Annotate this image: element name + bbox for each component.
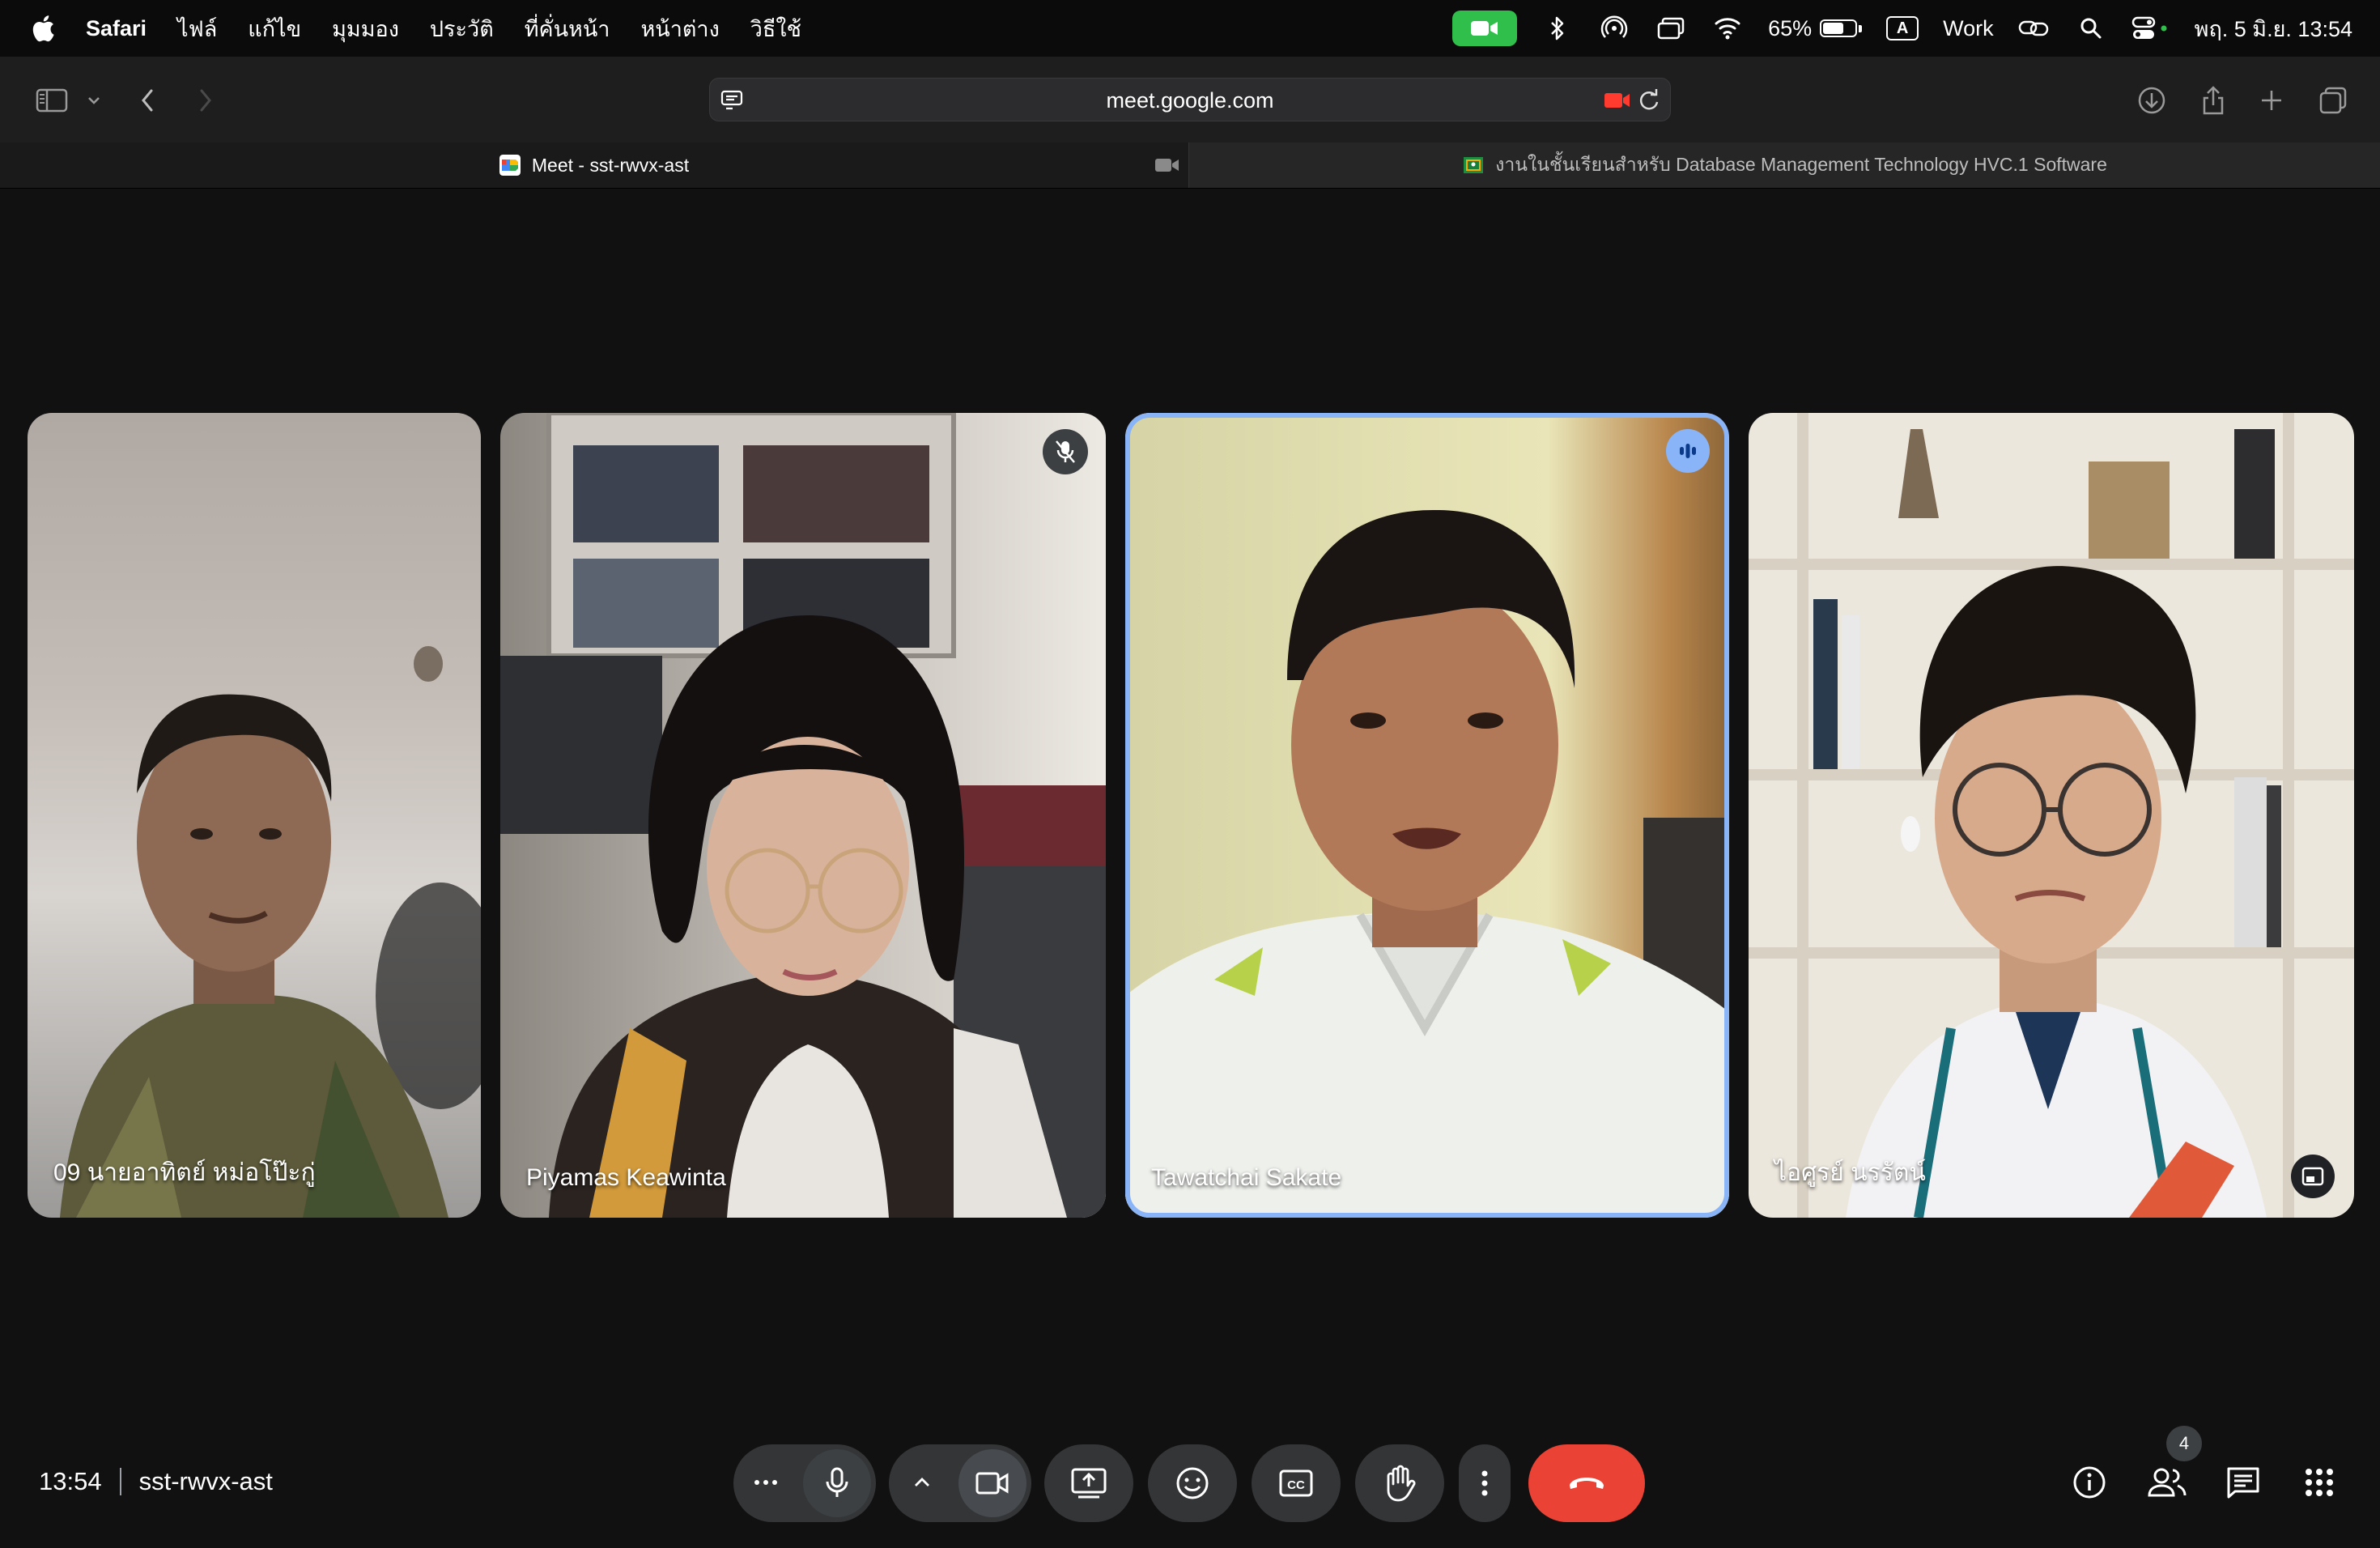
download-icon[interactable] (2132, 81, 2171, 120)
focus-mode[interactable]: Work (1943, 16, 1994, 41)
participant-tile-active-speaker[interactable]: Tawatchai Sakate (1125, 413, 1729, 1218)
captions-icon: CC (1279, 1469, 1313, 1497)
people-icon (2148, 1468, 2187, 1497)
url-text[interactable]: meet.google.com (710, 79, 1670, 122)
present-button[interactable] (1044, 1444, 1133, 1522)
battery-fill (1823, 23, 1844, 34)
participant-tile[interactable]: 09 นายอาทิตย์ หม่อโป๊ะกู่ (28, 413, 481, 1218)
macos-menu-bar: Safari ไฟล์ แก้ไข มุมมอง ประวัติ ที่คั่น… (0, 0, 2380, 57)
forward-icon[interactable] (186, 81, 225, 120)
screen-mirroring-icon[interactable] (1655, 12, 1687, 45)
menu-file[interactable]: ไฟล์ (177, 11, 217, 46)
people-button[interactable] (2144, 1459, 2191, 1506)
microphone-group (733, 1444, 876, 1522)
participant-name: 09 นายอาทิตย์ หม่อโป๊ะกู่ (53, 1159, 316, 1186)
tab-title: Meet - sst-rwvx-ast (531, 154, 690, 176)
chat-button[interactable] (2220, 1459, 2267, 1506)
meeting-time: 13:54 (39, 1467, 102, 1495)
menu-view[interactable]: มุมมอง (332, 11, 399, 46)
tab-camera-icon (1154, 155, 1180, 180)
participant-video-image (60, 646, 481, 1218)
tab-title: งานในชั้นเรียนสำหรับ Database Management… (1495, 154, 2107, 175)
share-icon[interactable] (2194, 81, 2233, 120)
chevron-up-icon[interactable] (912, 1472, 933, 1497)
spotlight-search-icon[interactable] (2075, 12, 2107, 45)
pip-icon[interactable] (2291, 1155, 2335, 1198)
meet-control-bar: 13:54 sst-rwvx-ast CC 4 (0, 1409, 2380, 1548)
meeting-details: 13:54 sst-rwvx-ast (39, 1467, 273, 1496)
link-icon[interactable] (2018, 12, 2051, 45)
meeting-details-button[interactable] (2066, 1459, 2113, 1506)
menu-history[interactable]: ประวัติ (430, 11, 494, 46)
captions-button[interactable]: CC (1252, 1444, 1341, 1522)
safari-toolbar: meet.google.com (0, 57, 2380, 143)
sidebar-icon[interactable] (31, 81, 73, 120)
participant-tile[interactable]: ไอศูรย์ นรรัตน์ (1749, 413, 2354, 1218)
menu-app-name[interactable]: Safari (86, 16, 147, 41)
airdrop-icon[interactable] (1598, 12, 1630, 45)
recording-camera-icon[interactable] (1604, 90, 1631, 115)
reactions-button[interactable] (1148, 1444, 1237, 1522)
meeting-code[interactable]: sst-rwvx-ast (139, 1467, 273, 1496)
tab-classroom[interactable]: งานในชั้นเรียนสำหรับ Database Management… (1188, 142, 2380, 188)
mic-off-icon (1043, 429, 1088, 474)
people-count-badge: 4 (2166, 1426, 2202, 1461)
participant-video-image (1125, 509, 1729, 1218)
chat-icon (2227, 1467, 2259, 1499)
participant-name: Tawatchai Sakate (1151, 1164, 1342, 1191)
camera-icon[interactable] (958, 1449, 1026, 1517)
bluetooth-icon[interactable] (1541, 12, 1574, 45)
divider (119, 1468, 121, 1495)
menu-help[interactable]: วิธีใช้ (750, 11, 801, 46)
battery-nub (1859, 24, 1863, 32)
apple-icon[interactable] (31, 15, 55, 42)
raise-hand-button[interactable] (1355, 1444, 1444, 1522)
raise-hand-icon (1387, 1465, 1416, 1502)
more-options-icon (1481, 1470, 1488, 1496)
activities-button[interactable] (2296, 1459, 2343, 1506)
present-icon (1071, 1468, 1107, 1499)
battery-percent: 65% (1768, 15, 1813, 40)
microphone-icon[interactable] (803, 1449, 871, 1517)
tab-meet[interactable]: Meet - sst-rwvx-ast (0, 142, 1188, 188)
tab-overview-icon[interactable] (2314, 81, 2352, 120)
more-options-icon[interactable] (751, 1470, 780, 1499)
battery-indicator[interactable]: 65% (1768, 15, 1863, 41)
new-tab-icon[interactable] (2252, 81, 2291, 120)
audio-level-icon (1666, 429, 1710, 473)
control-center-icon[interactable] (2131, 12, 2170, 45)
wifi-icon[interactable] (1711, 12, 1744, 45)
emoji-icon (1176, 1467, 1209, 1499)
hangup-icon (1570, 1478, 1604, 1489)
participant-video-image (1749, 413, 2354, 1218)
tab-bar: Meet - sst-rwvx-ast งานในชั้นเรียนสำหรับ… (0, 142, 2380, 189)
menubar-clock[interactable]: พฤ. 5 มิ.ย. 13:54 (2195, 11, 2352, 46)
info-icon (2073, 1466, 2106, 1499)
svg-text:CC: CC (1287, 1478, 1305, 1492)
participant-name: Piyamas Keawinta (526, 1164, 726, 1191)
more-options-button[interactable] (1459, 1444, 1511, 1522)
camera-group (889, 1444, 1031, 1522)
reload-icon[interactable] (1638, 88, 1660, 117)
address-bar[interactable]: meet.google.com (709, 78, 1671, 121)
menu-edit[interactable]: แก้ไข (248, 11, 301, 46)
participant-video-image (500, 413, 1106, 1218)
activities-icon (2306, 1469, 2333, 1496)
participant-tile[interactable]: Piyamas Keawinta (500, 413, 1106, 1218)
back-icon[interactable] (128, 81, 167, 120)
menu-window[interactable]: หน้าต่าง (640, 11, 719, 46)
input-source-icon[interactable]: A (1886, 16, 1919, 40)
leave-call-button[interactable] (1528, 1444, 1645, 1522)
participant-name: ไอศูรย์ นรรัตน์ (1774, 1159, 1926, 1186)
menu-bookmarks[interactable]: ที่คั่นหน้า (525, 11, 610, 46)
chevron-down-icon[interactable] (79, 81, 108, 120)
google-classroom-favicon-icon (1464, 157, 1484, 173)
facetime-video-icon[interactable] (1452, 11, 1518, 46)
battery-icon (1820, 19, 1858, 37)
google-meet-favicon-icon (499, 155, 521, 176)
